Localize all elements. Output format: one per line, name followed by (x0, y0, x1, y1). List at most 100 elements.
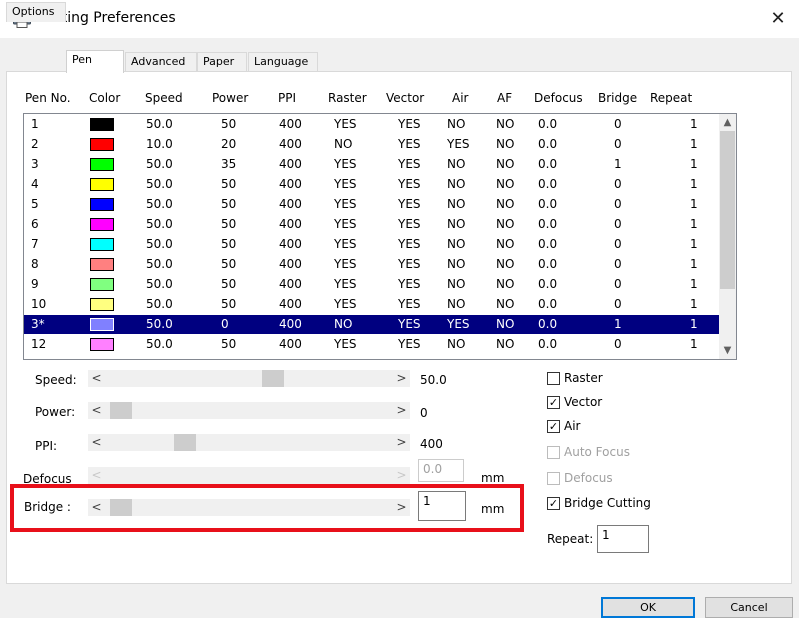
table-row[interactable]: 4 50.0 50 400 YES YES NO NO 0.0 0 1 (24, 175, 719, 194)
table-row[interactable]: 3 50.0 35 400 YES YES NO NO 0.0 1 1 (24, 155, 719, 174)
repeat-input[interactable]: 1 (597, 525, 649, 553)
table-row[interactable]: 1 50.0 50 400 YES YES NO NO 0.0 0 1 (24, 115, 719, 134)
scroll-right-icon[interactable]: > (393, 434, 410, 451)
cell-power: 50 (221, 237, 237, 251)
column-header-ppi: PPI (278, 91, 297, 105)
cell-air: NO (447, 157, 466, 171)
speed-label: Speed: (35, 373, 77, 387)
table-row[interactable]: 6 50.0 50 400 YES YES NO NO 0.0 0 1 (24, 215, 719, 234)
ppi-slider[interactable]: < > (88, 434, 410, 451)
scroll-right-icon[interactable]: > (393, 370, 410, 387)
cell-ppi: 400 (279, 257, 302, 271)
cell-power: 50 (221, 117, 237, 131)
tab-options[interactable]: Options (6, 2, 66, 22)
cell-pen: 3* (31, 317, 45, 331)
cell-af: NO (496, 197, 515, 211)
table-row[interactable]: 7 50.0 50 400 YES YES NO NO 0.0 0 1 (24, 235, 719, 254)
cell-repeat: 1 (690, 297, 698, 311)
cell-power: 20 (221, 137, 237, 151)
color-swatch (90, 278, 114, 291)
column-header-repeat: Repeat (650, 91, 693, 105)
column-header-color: Color (89, 91, 121, 105)
cell-bridge: 0 (614, 257, 622, 271)
repeat-label: Repeat: (547, 532, 594, 546)
cell-bridge: 0 (614, 297, 622, 311)
color-swatch (90, 198, 114, 211)
table-row[interactable]: 5 50.0 50 400 YES YES NO NO 0.0 0 1 (24, 195, 719, 214)
cell-speed: 50.0 (146, 257, 173, 271)
column-header-defocus: Defocus (534, 91, 583, 105)
table-row[interactable]: 10 50.0 50 400 YES YES NO NO 0.0 0 1 (24, 295, 719, 314)
cell-air: NO (447, 277, 466, 291)
raster-checkbox-box (547, 372, 560, 385)
cell-vector: YES (398, 137, 421, 151)
scroll-up-icon[interactable]: ▲ (719, 114, 736, 131)
tab-advanced[interactable]: Advanced (125, 52, 197, 72)
ppi-value: 400 (420, 437, 443, 451)
cell-ppi: 400 (279, 117, 302, 131)
cell-speed: 50.0 (146, 297, 173, 311)
cell-raster: YES (334, 297, 357, 311)
cell-pen: 2 (31, 137, 39, 151)
table-row[interactable]: 12 50.0 50 400 YES YES NO NO 0.0 0 1 (24, 335, 719, 354)
defocus-input: 0.0 (418, 459, 464, 482)
cell-pen: 4 (31, 177, 39, 191)
scroll-left-icon[interactable]: < (88, 434, 105, 451)
ppi-slider-thumb[interactable] (174, 434, 196, 451)
ok-button[interactable]: OK (601, 597, 695, 618)
cell-af: NO (496, 237, 515, 251)
pen-list-scrollbar[interactable]: ▲ ▼ (719, 114, 736, 359)
tab-language[interactable]: Language (248, 52, 318, 72)
table-row[interactable]: 8 50.0 50 400 YES YES NO NO 0.0 0 1 (24, 255, 719, 274)
cell-raster: NO (334, 137, 353, 151)
cell-af: NO (496, 117, 515, 131)
checkmark-icon: ✓ (547, 420, 560, 433)
scroll-right-icon: > (396, 468, 407, 482)
scroll-right-icon[interactable]: > (393, 402, 410, 419)
speed-slider[interactable]: < > (88, 370, 410, 387)
power-slider-thumb[interactable] (110, 402, 132, 419)
cell-speed: 10.0 (146, 137, 173, 151)
cell-bridge: 1 (614, 157, 622, 171)
cell-vector: YES (398, 217, 421, 231)
cell-pen: 9 (31, 277, 39, 291)
speed-slider-thumb[interactable] (262, 370, 284, 387)
scroll-left-icon[interactable]: < (88, 402, 105, 419)
cell-ppi: 400 (279, 337, 302, 351)
tab-paper[interactable]: Paper (197, 52, 247, 72)
cell-speed: 50.0 (146, 197, 173, 211)
color-swatch (90, 318, 114, 331)
column-header-power: Power (212, 91, 249, 105)
pen-list[interactable]: 1 50.0 50 400 YES YES NO NO 0.0 0 1 2 10.0 20 400 NO YES… (23, 113, 737, 360)
cell-af: NO (496, 297, 515, 311)
table-row-selected[interactable]: 3* 50.0 0 400 NO YES YES NO 0.0 1 1 (24, 315, 719, 334)
scroll-down-icon[interactable]: ▼ (719, 342, 736, 359)
power-slider[interactable]: < > (88, 402, 410, 419)
cancel-button[interactable]: Cancel (705, 597, 793, 618)
cell-ppi: 400 (279, 217, 302, 231)
cell-raster: YES (334, 177, 357, 191)
close-button[interactable]: ✕ (762, 4, 794, 34)
cell-speed: 50.0 (146, 217, 173, 231)
scroll-thumb[interactable] (720, 131, 735, 289)
cell-power: 0 (221, 317, 229, 331)
power-label: Power: (35, 405, 76, 419)
cell-power: 50 (221, 217, 237, 231)
color-swatch (90, 158, 114, 171)
cell-pen: 12 (31, 337, 47, 351)
tab-pen[interactable]: Pen (66, 50, 124, 73)
table-row[interactable]: 2 10.0 20 400 NO YES YES NO 0.0 0 1 (24, 135, 719, 154)
cell-bridge: 0 (614, 117, 622, 131)
cell-vector: YES (398, 337, 421, 351)
scroll-left-icon[interactable]: < (88, 370, 105, 387)
table-row[interactable]: 9 50.0 50 400 YES YES NO NO 0.0 0 1 (24, 275, 719, 294)
title-bar: Printing Preferences ✕ (0, 0, 799, 38)
cell-repeat: 1 (690, 337, 698, 351)
close-icon: ✕ (770, 8, 786, 29)
cell-defocus: 0.0 (538, 157, 558, 171)
cell-af: NO (496, 277, 515, 291)
cell-pen: 8 (31, 257, 39, 271)
cell-raster: NO (334, 317, 353, 331)
auto-focus-checkbox-box (547, 446, 560, 459)
cell-repeat: 1 (690, 157, 698, 171)
